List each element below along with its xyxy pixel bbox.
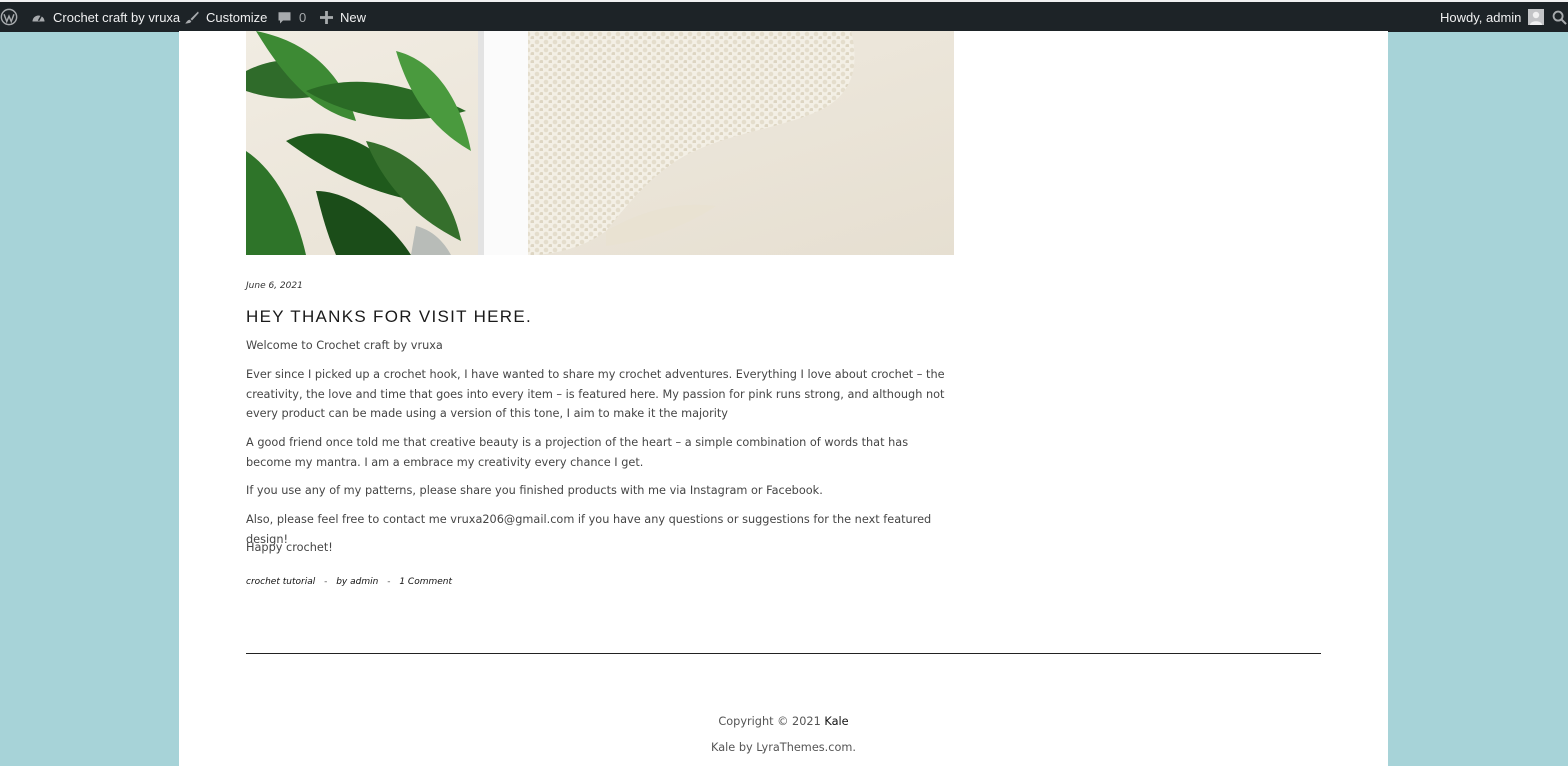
wordpress-menu[interactable] [0,2,18,32]
post-paragraph-2: Ever since I picked up a crochet hook, I… [246,368,945,420]
post-meta: crochet tutorial - by admin - 1 Comment [246,577,452,587]
credit-theme-link[interactable]: Kale [711,741,735,754]
copyright-text: Copyright © 2021 [718,715,825,728]
theme-link[interactable]: Kale [824,715,848,728]
site-name-label: Crochet craft by vruxa [53,9,181,25]
post-paragraph-3: A good friend once told me that creative… [246,436,909,469]
footer-divider [246,653,1321,654]
footer-copyright: Copyright © 2021 Kale [179,715,1388,728]
post-title[interactable]: HEY THANKS FOR VISIT HERE. [246,307,532,327]
new-content-link[interactable]: New [320,2,366,32]
brush-icon [184,10,200,25]
post-paragraph-4: If you use any of my patterns, please sh… [246,484,823,497]
post-paragraph-6: Happy crochet! [246,541,333,554]
meta-separator: - [324,577,328,587]
post-comments-link[interactable]: 1 Comment [399,577,452,587]
admin-bar: Crochet craft by vruxa Customize 0 New H… [0,0,1568,32]
meta-separator: - [387,577,391,587]
greeting-label: Howdy, admin [1440,9,1522,25]
featured-image[interactable] [246,31,954,255]
dashboard-icon [31,10,46,24]
plus-icon [320,10,333,24]
credit-text[interactable]: by LyraThemes.com. [735,741,856,754]
avatar-icon [1528,9,1545,25]
post-date[interactable]: June 6, 2021 [246,281,303,291]
site-name-link[interactable]: Crochet craft by vruxa [31,2,180,32]
customize-label: Customize [206,9,268,25]
post-category-link[interactable]: crochet tutorial [246,577,315,587]
post-author-link[interactable]: by admin [336,577,378,587]
comments-link[interactable]: 0 [277,2,306,32]
post-paragraph-1: Welcome to Crochet craft by vruxa [246,339,443,352]
wordpress-logo-icon [0,8,18,26]
new-label: New [340,9,367,25]
comments-count: 0 [299,9,307,25]
comment-bubble-icon [277,10,292,25]
customize-link[interactable]: Customize [184,2,267,32]
page-container: June 6, 2021 HEY THANKS FOR VISIT HERE. … [179,31,1388,766]
account-menu[interactable]: Howdy, admin [1440,2,1545,32]
search-icon [1552,10,1567,25]
footer-credit: Kale by LyraThemes.com. [179,741,1388,754]
featured-image-graphic [246,31,954,255]
search-button[interactable] [1552,2,1567,32]
